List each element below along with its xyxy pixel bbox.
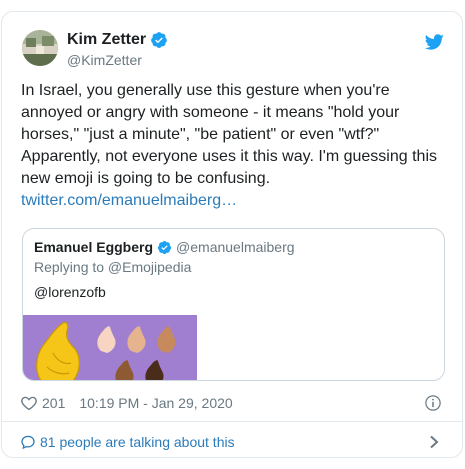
skin-tone-hand-dark [145,360,164,380]
tweet-meta: 201 10:19 PM - Jan 29, 2020 [20,394,233,412]
skin-tone-hand-medium-light [127,326,146,353]
skin-tone-hand-medium [157,326,176,353]
quoted-tweet[interactable]: Emanuel Eggberg @emanuelmaiberg Replying… [22,228,445,381]
pinched-fingers-emoji-image [36,321,176,380]
comment-icon [21,435,35,450]
like-count[interactable]: 201 [42,394,65,412]
avatar-image [22,30,58,66]
skin-tone-hand-light [97,326,116,353]
quoted-reply-to: Replying to @Emojipedia [34,259,192,275]
talking-count: 81 people are talking about this [40,434,235,450]
tweet-text: In Israel, you generally use this gestur… [21,82,437,187]
heart-icon[interactable] [20,394,38,412]
quoted-text: @lorenzofb [34,284,106,300]
author-block[interactable]: Kim Zetter @KimZetter [67,30,168,69]
quoted-author-row: Emanuel Eggberg @emanuelmaiberg [34,238,295,256]
author-handle[interactable]: @KimZetter [67,51,168,69]
author-name[interactable]: Kim Zetter [67,30,146,50]
conversation-link[interactable]: 81 people are talking about this [20,433,235,451]
chevron-right-icon[interactable] [428,435,440,449]
verified-icon [151,32,167,48]
tweet-card: Kim Zetter @KimZetter In Israel, you gen… [1,11,463,458]
author-name-row: Kim Zetter [67,30,168,50]
quoted-author-name: Emanuel Eggberg [34,239,154,255]
quoted-media-image[interactable] [23,315,197,380]
avatar[interactable] [22,30,58,66]
verified-icon [157,240,172,254]
tweet-body: In Israel, you generally use this gestur… [21,80,446,212]
skin-tone-hand-medium-dark [115,360,134,380]
tweet-link[interactable]: twitter.com/emanuelmaiberg… [21,190,446,212]
tweet-timestamp[interactable]: 10:19 PM - Jan 29, 2020 [79,394,232,412]
twitter-bird-icon[interactable] [424,32,444,52]
info-icon[interactable] [424,394,442,412]
quoted-author-handle: @emanuelmaiberg [176,239,295,255]
divider [2,421,462,422]
